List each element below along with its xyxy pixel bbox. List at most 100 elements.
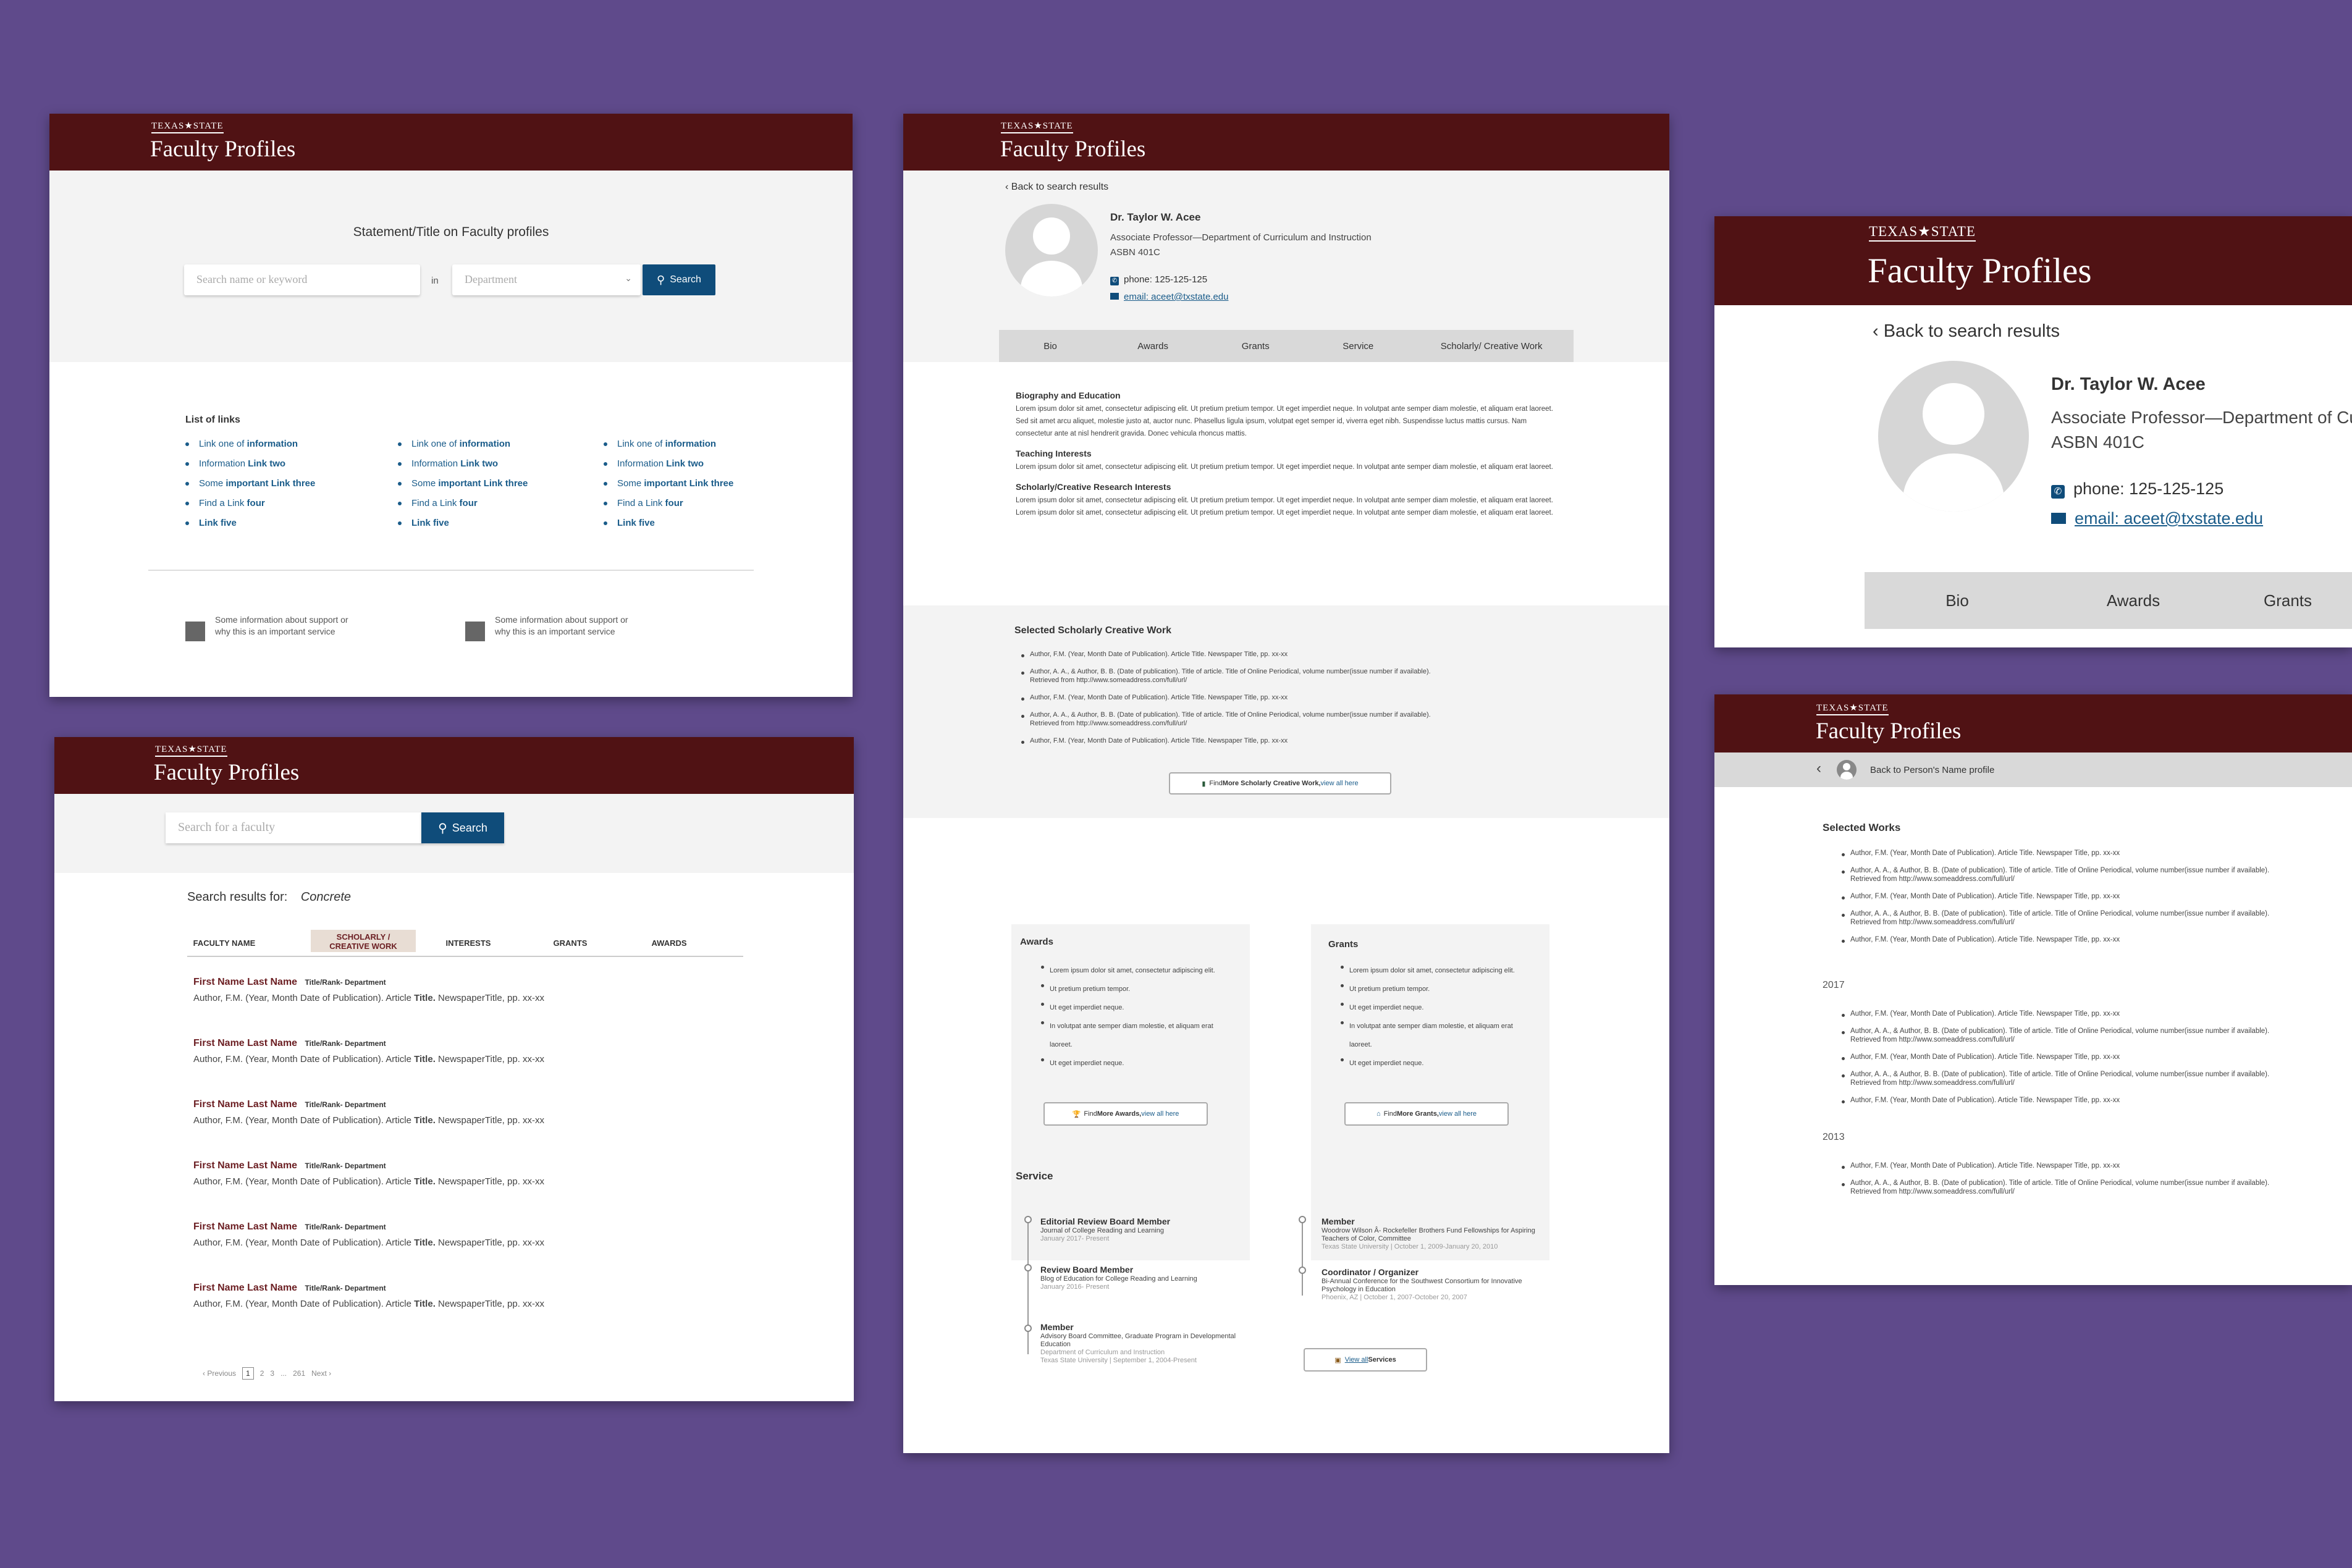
tab-bio[interactable]: Bio: [1865, 591, 2050, 610]
tab-service[interactable]: Service: [1307, 341, 1409, 352]
tab-grants[interactable]: Grants: [1204, 341, 1307, 352]
link-item[interactable]: Link five: [185, 518, 315, 537]
list-item: Ut pretium pretium tempor.: [1041, 980, 1216, 998]
result-name[interactable]: First Name Last Name: [193, 977, 297, 987]
texas-state-logo[interactable]: TEXAS★STATE: [151, 120, 224, 133]
result-name[interactable]: First Name Last Name: [193, 1283, 297, 1293]
result-name[interactable]: First Name Last Name: [193, 1221, 297, 1232]
list-item: Author, A. A., & Author, B. B. (Date of …: [1021, 667, 1450, 685]
link-item[interactable]: Some important Link three: [185, 478, 315, 498]
tab-interests[interactable]: INTERESTS: [434, 938, 502, 948]
chevron-left-icon: ‹: [1873, 321, 1884, 341]
profile-email[interactable]: email: aceet@txstate.edu: [2051, 509, 2263, 528]
chevron-down-icon: ⌄: [625, 273, 632, 283]
list-item: Author, A. A., & Author, B. B. (Date of …: [1842, 1070, 2283, 1087]
app-title[interactable]: Faculty Profiles: [1000, 136, 1145, 162]
tab-bio[interactable]: Bio: [999, 341, 1102, 352]
link-item[interactable]: Information Link two: [398, 458, 528, 478]
tab-awards[interactable]: Awards: [2050, 591, 2217, 610]
citation-title: Title.: [414, 1299, 436, 1309]
list-item: In volutpat ante semper diam molestie, e…: [1041, 1017, 1216, 1054]
pagination: ‹ Previous 1 2 3 ... 261 Next ›: [203, 1367, 331, 1380]
pager-next[interactable]: Next ›: [311, 1369, 331, 1378]
link-item[interactable]: Some important Link three: [604, 478, 733, 498]
link-item[interactable]: Find a Link four: [185, 498, 315, 518]
result-citation: Author, F.M. (Year, Month Date of Public…: [193, 1237, 544, 1248]
result-name[interactable]: First Name Last Name: [193, 1160, 297, 1171]
works-list: Author, F.M. (Year, Month Date of Public…: [1842, 849, 2283, 944]
pager-page-2[interactable]: 2: [260, 1369, 264, 1378]
back-link[interactable]: ‹ Back to search results: [1005, 182, 1108, 193]
list-item: Author, F.M. (Year, Month Date of Public…: [1842, 849, 2283, 858]
citation-text: NewspaperTitle, pp. xx-xx: [435, 993, 545, 1003]
search-query: Concrete: [300, 890, 352, 904]
link-item[interactable]: Link one of information: [604, 439, 733, 458]
more-scholarly-work-button[interactable]: ▮ Find More Scholarly Creative Work, view…: [1169, 772, 1391, 795]
timeline-dot: [1024, 1325, 1032, 1332]
result-name[interactable]: First Name Last Name: [193, 1038, 297, 1048]
link-item[interactable]: Link five: [604, 518, 733, 537]
tab-faculty-name[interactable]: FACULTY NAME: [187, 938, 261, 948]
tab-grants[interactable]: GRANTS: [539, 938, 601, 948]
link-item[interactable]: Some important Link three: [398, 478, 528, 498]
bullet-icon: [604, 462, 607, 466]
faculty-search-input[interactable]: Search for a faculty: [166, 812, 423, 843]
pager-page-last[interactable]: 261: [293, 1369, 305, 1378]
result-item[interactable]: First Name Last Name Title/Rank- Departm…: [193, 1038, 544, 1099]
result-item[interactable]: First Name Last Name Title/Rank- Departm…: [193, 977, 544, 1038]
result-item[interactable]: First Name Last Name Title/Rank- Departm…: [193, 1099, 544, 1160]
link-item[interactable]: Link one of information: [398, 439, 528, 458]
back-to-profile-link[interactable]: Back to Person's Name profile: [1870, 765, 1994, 775]
pager-previous[interactable]: ‹ Previous: [203, 1369, 236, 1378]
profile-office: ASBN 401C: [1110, 247, 1160, 258]
results-label: Search results for: Concrete: [187, 890, 351, 904]
selected-work-list: Author, F.M. (Year, Month Date of Public…: [1021, 650, 1450, 745]
app-title[interactable]: Faculty Profiles: [150, 136, 295, 162]
tab-scholarly-creative-work[interactable]: SCHOLARLY / CREATIVE WORK: [311, 930, 416, 952]
tab-scholarly-creative-work[interactable]: Scholarly/ Creative Work: [1409, 341, 1574, 352]
search-button[interactable]: ⚲ Search: [643, 264, 715, 295]
department-select[interactable]: Department ⌄: [452, 264, 641, 295]
chevron-left-icon[interactable]: ‹: [1816, 760, 1821, 777]
link-item[interactable]: Link one of information: [185, 439, 315, 458]
result-item[interactable]: First Name Last Name Title/Rank- Departm…: [193, 1283, 544, 1344]
result-item[interactable]: First Name Last Name Title/Rank- Departm…: [193, 1221, 544, 1283]
pager-page-3[interactable]: 3: [270, 1369, 274, 1378]
texas-state-logo[interactable]: TEXAS★STATE: [155, 743, 227, 757]
selected-work-area: Selected Scholarly Creative Work Author,…: [903, 605, 1669, 818]
service-date: January 2017- Present: [1040, 1235, 1110, 1242]
texas-state-logo[interactable]: TEXAS★STATE: [1001, 120, 1073, 133]
pager-page-1[interactable]: 1: [242, 1367, 254, 1380]
texas-state-logo[interactable]: TEXAS★STATE: [1869, 224, 1976, 242]
support-icon: [465, 622, 485, 641]
link-item[interactable]: Information Link two: [185, 458, 315, 478]
more-grants-button[interactable]: ⌂ Find More Grants, view all here: [1344, 1102, 1509, 1126]
result-role: Title/Rank- Department: [305, 1100, 386, 1109]
view-all-services-button[interactable]: ▣ View all Services: [1304, 1348, 1427, 1372]
app-title[interactable]: Faculty Profiles: [1816, 718, 1961, 744]
more-awards-button[interactable]: 🏆 Find More Awards, view all here: [1043, 1102, 1208, 1126]
back-link[interactable]: ‹ Back to search results: [1873, 321, 2060, 342]
search-input[interactable]: Search name or keyword: [184, 264, 420, 295]
tab-awards[interactable]: Awards: [1102, 341, 1204, 352]
result-name[interactable]: First Name Last Name: [193, 1099, 297, 1110]
support-line: Some information about support or: [495, 615, 628, 625]
btn-text-bold: Services: [1368, 1356, 1396, 1364]
works-list: Author, F.M. (Year, Month Date of Public…: [1842, 1161, 2283, 1196]
profile-email[interactable]: email: aceet@txstate.edu: [1110, 292, 1228, 302]
link-item[interactable]: Find a Link four: [398, 498, 528, 518]
texas-state-logo[interactable]: TEXAS★STATE: [1816, 702, 1889, 715]
app-title[interactable]: Faculty Profiles: [1868, 251, 2092, 291]
app-title[interactable]: Faculty Profiles: [154, 759, 299, 786]
result-item[interactable]: First Name Last Name Title/Rank- Departm…: [193, 1160, 544, 1221]
link-item[interactable]: Find a Link four: [604, 498, 733, 518]
faculty-search-button[interactable]: ⚲ Search: [421, 812, 504, 843]
citation-title: Title.: [414, 993, 436, 1003]
result-citation: Author, F.M. (Year, Month Date of Public…: [193, 1176, 544, 1187]
link-item[interactable]: Link five: [398, 518, 528, 537]
citation-title: Title.: [414, 1054, 436, 1064]
tab-grants[interactable]: Grants: [2217, 591, 2352, 610]
link-item[interactable]: Information Link two: [604, 458, 733, 478]
bullet-icon: [185, 442, 189, 447]
tab-awards[interactable]: AWARDS: [638, 938, 700, 948]
